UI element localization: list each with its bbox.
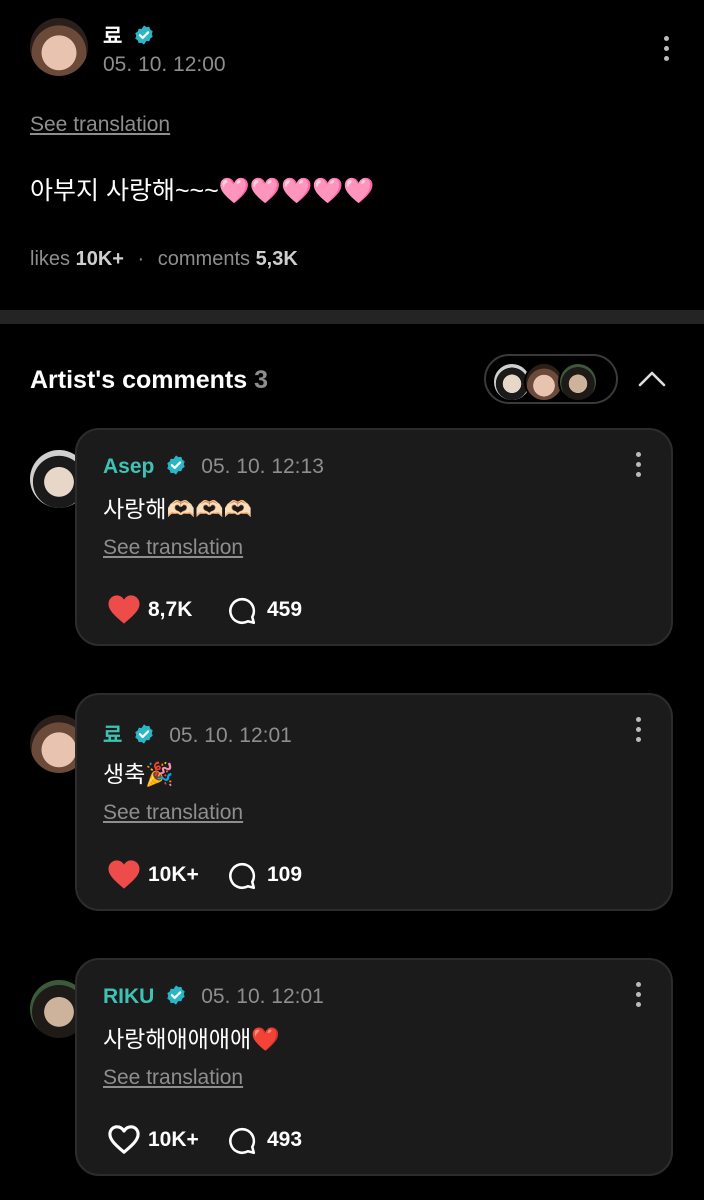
verified-badge-icon	[135, 724, 153, 744]
heart-icon[interactable]	[107, 1124, 141, 1155]
comment-bubble-icon[interactable]	[227, 596, 257, 626]
comment-timestamp: 05. 10. 12:01	[201, 985, 324, 1008]
post-stats: likes 10K+ · comments 5,3K	[30, 248, 298, 271]
comment-text: 사랑해🫶🏻🫶🏻🫶🏻	[103, 496, 253, 522]
post-author-name[interactable]: 료	[103, 25, 122, 48]
comment-replies-count: 109	[267, 863, 303, 886]
chevron-up-icon[interactable]	[637, 369, 667, 389]
comment-likes-count: 8,7K	[148, 598, 193, 621]
verified-badge-icon	[135, 25, 153, 45]
heart-icon[interactable]	[107, 594, 141, 625]
comment-replies-count: 493	[267, 1128, 303, 1151]
comment-more-options-icon[interactable]	[626, 709, 650, 749]
comment-bubble-icon[interactable]	[227, 861, 257, 891]
artist-avatars-group[interactable]	[484, 354, 618, 404]
comment-header: Asep 05. 10. 12:13	[103, 454, 324, 479]
comment-replies-count: 459	[267, 598, 303, 621]
heart-icon[interactable]	[107, 859, 141, 890]
verified-badge-icon	[167, 455, 185, 475]
comments-count[interactable]: 5,3K	[256, 248, 298, 270]
comment-card: 료 05. 10. 12:01 생축🎉 See translation 10K+…	[75, 693, 673, 911]
comment-more-options-icon[interactable]	[626, 974, 650, 1014]
comment-see-translation[interactable]: See translation	[103, 1066, 243, 1090]
comment-bubble-icon[interactable]	[227, 1126, 257, 1156]
section-divider	[0, 310, 704, 324]
likes-count[interactable]: 10K+	[76, 248, 124, 270]
post-author-row: 료	[103, 20, 155, 50]
verified-badge-icon	[167, 985, 185, 1005]
post-more-options-icon[interactable]	[654, 28, 678, 68]
likes-label: likes	[30, 248, 71, 270]
post-timestamp: 05. 10. 12:00	[103, 53, 226, 76]
artist-comments-title: Artist's comments	[30, 366, 248, 394]
comment-timestamp: 05. 10. 12:13	[201, 455, 324, 478]
comment-see-translation[interactable]: See translation	[103, 801, 243, 825]
comment-card: Asep 05. 10. 12:13 사랑해🫶🏻🫶🏻🫶🏻 See transla…	[75, 428, 673, 646]
post-text: 아부지 사랑해~~~🩷🩷🩷🩷🩷	[30, 177, 375, 205]
comment-card: RIKU 05. 10. 12:01 사랑해애애애애❤️ See transla…	[75, 958, 673, 1176]
comment-author-name[interactable]: RIKU	[103, 985, 154, 1008]
comment-more-options-icon[interactable]	[626, 444, 650, 484]
comment-likes-count: 10K+	[148, 863, 199, 886]
comment-author-name[interactable]: 료	[103, 724, 122, 747]
artist-avatar	[558, 362, 598, 402]
comment-header: RIKU 05. 10. 12:01	[103, 984, 324, 1009]
artist-comments-count: 3	[254, 366, 268, 394]
post-author-avatar[interactable]	[30, 18, 88, 76]
comment-timestamp: 05. 10. 12:01	[169, 724, 292, 747]
comment-header: 료 05. 10. 12:01	[103, 719, 292, 749]
comment-text: 생축🎉	[103, 761, 174, 787]
comments-label: comments	[157, 248, 250, 270]
post-see-translation[interactable]: See translation	[30, 113, 170, 137]
comment-author-name[interactable]: Asep	[103, 455, 154, 478]
comment-text: 사랑해애애애애❤️	[103, 1026, 280, 1052]
stats-separator: ·	[137, 248, 145, 270]
comment-likes-count: 10K+	[148, 1128, 199, 1151]
comment-see-translation[interactable]: See translation	[103, 536, 243, 560]
artist-comments-header: Artist's comments 3	[30, 366, 268, 395]
